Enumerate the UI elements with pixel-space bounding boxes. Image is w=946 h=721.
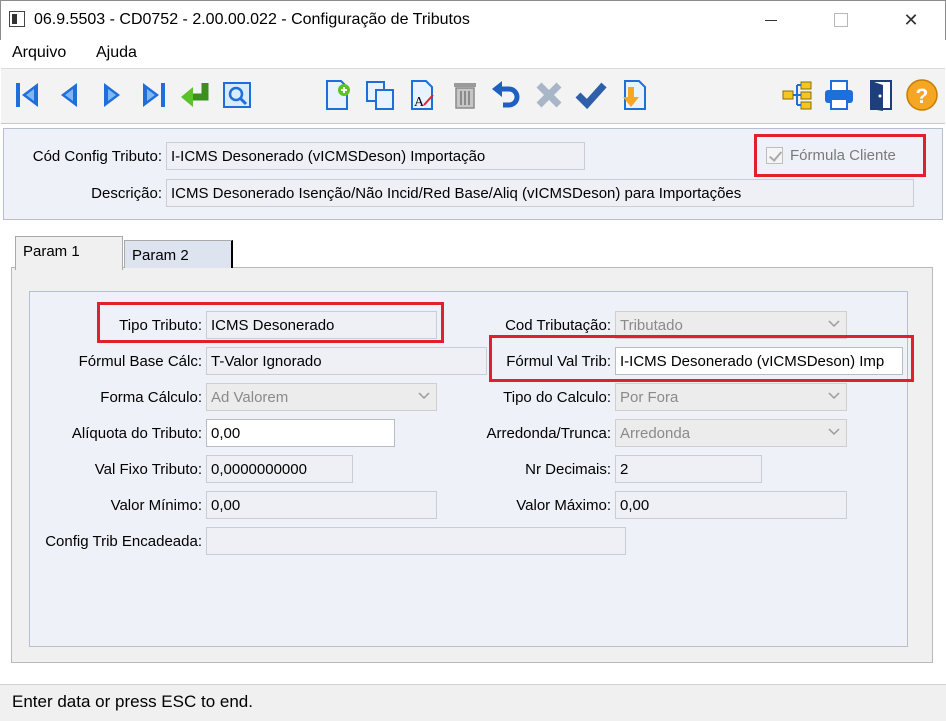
valor-maximo-field[interactable]: 0,00 [615, 491, 847, 519]
cod-config-label: Cód Config Tributo: [32, 148, 162, 165]
last-record-button[interactable] [135, 77, 171, 113]
highlight-formula-cliente [754, 134, 926, 177]
highlight-tipo-tributo [97, 302, 444, 343]
confirm-button[interactable] [573, 77, 609, 113]
formul-base-field[interactable]: T-Valor Ignorado [206, 347, 487, 375]
cancel-button[interactable] [531, 77, 567, 113]
status-text: Enter data or press ESC to end. [12, 692, 253, 711]
valor-minimo-label: Valor Mínimo: [110, 497, 202, 514]
aliquota-label: Alíquota do Tributo: [71, 425, 202, 442]
print-button[interactable] [821, 77, 857, 113]
cod-tributacao-value: Tributado [620, 317, 683, 334]
undo-icon [492, 81, 520, 108]
val-fixo-label: Val Fixo Tributo: [94, 461, 202, 478]
nr-decimais-label: Nr Decimais: [525, 461, 611, 478]
valor-maximo-label: Valor Máximo: [516, 497, 611, 514]
chevron-down-icon [828, 392, 840, 400]
last-record-icon [143, 83, 165, 107]
tree-structure-icon [782, 81, 812, 110]
config-trib-label: Config Trib Encadeada: [45, 533, 202, 550]
edit-text-icon: A [411, 80, 434, 110]
previous-record-icon [61, 83, 77, 107]
first-record-icon [16, 83, 38, 107]
delete-record-button[interactable] [447, 77, 483, 113]
forma-calculo-select[interactable]: Ad Valorem [206, 383, 437, 411]
tab-param-1[interactable]: Param 1 [15, 236, 123, 270]
exit-button[interactable] [863, 77, 899, 113]
minimize-button[interactable] [747, 1, 795, 39]
app-icon [9, 11, 25, 27]
new-document-icon [326, 80, 350, 110]
descricao-field[interactable]: ICMS Desonerado Isenção/Não Incid/Red Ba… [166, 179, 914, 207]
printer-icon [825, 80, 853, 110]
maximize-button[interactable] [817, 1, 865, 39]
chevron-down-icon [828, 320, 840, 328]
enter-arrow-icon [181, 83, 209, 107]
chevron-down-icon [418, 392, 430, 400]
svg-text:?: ? [916, 85, 929, 108]
menu-arquivo[interactable]: Arquivo [12, 44, 66, 62]
next-record-button[interactable] [94, 77, 130, 113]
close-button[interactable]: ✕ [887, 1, 935, 39]
cod-config-field[interactable]: I-ICMS Desonerado (vICMSDeson) Importaçã… [166, 142, 585, 170]
toolbar: A ? [1, 68, 945, 124]
tipo-calculo-value: Por Fora [620, 389, 679, 406]
first-record-button[interactable] [10, 77, 46, 113]
help-icon: ? [906, 79, 938, 111]
svg-text:A: A [414, 95, 425, 110]
arredonda-label: Arredonda/Trunca: [486, 425, 611, 442]
cod-tributacao-label: Cod Tributação: [505, 317, 611, 334]
undo-button[interactable] [489, 77, 525, 113]
checkmark-icon [575, 82, 607, 110]
copy-record-button[interactable] [362, 77, 398, 113]
tipo-calculo-label: Tipo do Calculo: [503, 389, 611, 406]
chevron-down-icon [828, 428, 840, 436]
valor-minimo-field[interactable]: 0,00 [206, 491, 437, 519]
forma-calculo-label: Forma Cálculo: [100, 389, 202, 406]
descricao-label: Descrição: [91, 185, 162, 202]
next-record-icon [104, 83, 120, 107]
new-record-button[interactable] [319, 77, 355, 113]
previous-record-button[interactable] [51, 77, 87, 113]
search-button[interactable] [219, 77, 255, 113]
menu-ajuda[interactable]: Ajuda [96, 44, 137, 62]
cancel-x-icon [536, 82, 562, 108]
highlight-formul-val [489, 335, 914, 382]
trash-icon [454, 83, 476, 109]
go-to-button[interactable] [177, 77, 213, 113]
aliquota-field[interactable]: 0,00 [206, 419, 395, 447]
config-trib-field[interactable] [206, 527, 626, 555]
arredonda-select[interactable]: Arredonda [615, 419, 847, 447]
menu-bar: Arquivo Ajuda [1, 40, 945, 68]
import-document-icon [623, 80, 646, 110]
copy-icon [366, 81, 394, 110]
val-fixo-field[interactable]: 0,0000000000 [206, 455, 353, 483]
exit-door-icon [870, 80, 892, 111]
tree-button[interactable] [779, 77, 815, 113]
title-bar: 06.9.5503 - CD0752 - 2.00.00.022 - Confi… [0, 0, 946, 40]
help-button[interactable]: ? [904, 77, 940, 113]
arredonda-value: Arredonda [620, 425, 691, 442]
status-bar: Enter data or press ESC to end. [0, 684, 946, 721]
formul-base-label: Fórmul Base Cálc: [78, 353, 202, 370]
tipo-calculo-select[interactable]: Por Fora [615, 383, 847, 411]
window-title: 06.9.5503 - CD0752 - 2.00.00.022 - Confi… [34, 11, 470, 28]
import-button[interactable] [615, 77, 651, 113]
edit-record-button[interactable]: A [404, 77, 440, 113]
nr-decimais-field[interactable]: 2 [615, 455, 762, 483]
tab-param-2[interactable]: Param 2 [124, 240, 233, 268]
forma-calculo-value: Ad Valorem [211, 389, 289, 406]
search-icon [223, 82, 251, 108]
